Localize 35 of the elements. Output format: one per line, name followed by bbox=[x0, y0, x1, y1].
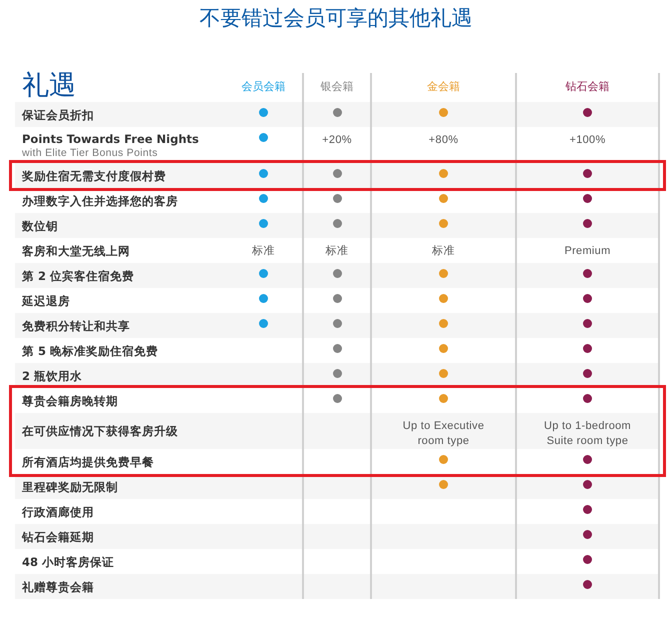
benefit-label: 钻石会籍延期 bbox=[22, 528, 95, 544]
table-heading: 礼遇 bbox=[22, 70, 77, 102]
benefit-label: 2 瓶饮用水 bbox=[22, 368, 84, 384]
page-title: 不要错过会员可享的其他礼遇 bbox=[198, 5, 474, 32]
table-cell: 标准 bbox=[252, 244, 275, 259]
benefit-label: 奖励住宿无需支付度假村费 bbox=[22, 168, 167, 184]
benefit-label: 办理数字入住并选择您的客房 bbox=[22, 192, 179, 208]
table-cell: +100% bbox=[569, 133, 606, 148]
benefit-sublabel: with Elite Tier Bonus Points bbox=[22, 147, 159, 159]
tier-header: 金会籍 bbox=[427, 79, 460, 95]
table-cell-text: Up to 1-bedroom Suite room type bbox=[542, 419, 632, 449]
benefit-label: 保证会员折扣 bbox=[22, 106, 95, 122]
benefit-label: 在可供应情况下获得客房升级 bbox=[22, 423, 179, 439]
table-cell: Premium bbox=[564, 244, 611, 259]
benefit-label: 行政酒廊使用 bbox=[22, 504, 95, 520]
benefit-label: 48 小时客房保证 bbox=[22, 554, 116, 570]
benefit-label: Points Towards Free Nights bbox=[22, 131, 200, 147]
tier-header: 会员会籍 bbox=[242, 79, 286, 95]
table-cell-text: Up to Executive room type bbox=[402, 419, 486, 449]
benefit-label: 免费积分转让和共享 bbox=[22, 318, 131, 334]
benefit-label: 所有酒店均提供免费早餐 bbox=[22, 454, 155, 470]
benefit-label: 第 5 晚标准奖励住宿免费 bbox=[22, 342, 160, 358]
tier-header: 银会籍 bbox=[320, 79, 354, 95]
table-cell: 标准 bbox=[432, 244, 455, 259]
benefit-label: 数位钥 bbox=[22, 218, 59, 234]
table-cell: +20% bbox=[322, 133, 352, 148]
table-cell: +80% bbox=[428, 133, 458, 148]
table-cell: 标准 bbox=[326, 244, 348, 259]
benefit-label: 里程碑奖励无限制 bbox=[22, 478, 119, 494]
benefit-label: 客房和大堂无线上网 bbox=[22, 242, 131, 258]
benefit-label: 延迟退房 bbox=[22, 292, 71, 308]
benefit-label: 礼赠尊贵会籍 bbox=[22, 578, 95, 594]
benefit-label: 尊贵会籍房晚转期 bbox=[22, 392, 119, 408]
tier-header: 钻石会籍 bbox=[566, 79, 610, 95]
benefit-label: 第 2 位宾客住宿免费 bbox=[22, 268, 136, 284]
